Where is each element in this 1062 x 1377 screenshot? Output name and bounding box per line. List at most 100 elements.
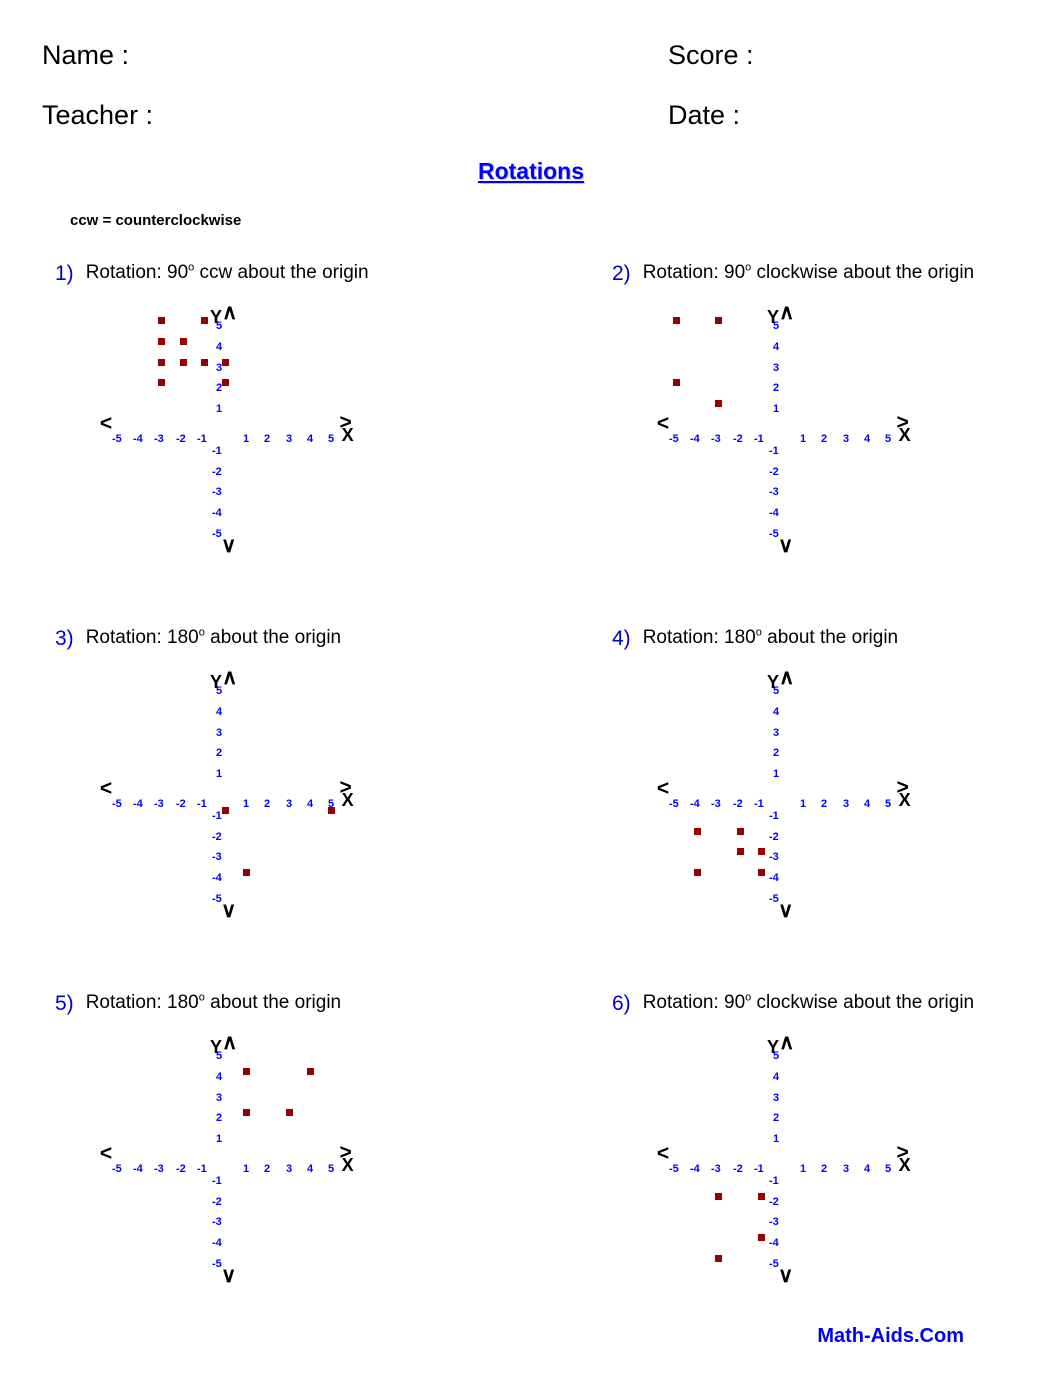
y-tick--2: -2 — [769, 466, 779, 478]
x-tick--1: -1 — [197, 433, 207, 445]
x-tick--5: -5 — [112, 798, 122, 810]
x-tick-3: 3 — [286, 1163, 293, 1175]
x-tick--2: -2 — [176, 1163, 186, 1175]
plotted-point — [694, 869, 701, 876]
problem-4-heading: 4) Rotation: 180o about the origin — [612, 627, 898, 653]
plotted-point — [715, 1255, 722, 1262]
y-tick--3: -3 — [769, 1216, 779, 1228]
y-tick-4: 4 — [216, 1071, 223, 1083]
x-tick--3: -3 — [711, 1163, 721, 1175]
y-axis-up-arrow: ∧ — [779, 666, 795, 690]
problem-3-number: 3) — [55, 627, 74, 650]
y-tick--4: -4 — [212, 507, 222, 519]
plotted-point — [180, 338, 187, 345]
x-tick-5: 5 — [328, 1163, 335, 1175]
score-label: Score : — [668, 40, 754, 70]
x-tick-5: 5 — [885, 1163, 892, 1175]
y-tick--2: -2 — [212, 1196, 222, 1208]
problem-1: 1) Rotation: 90o ccw about the origin -5 -4… — [55, 262, 525, 582]
degree-symbol: o — [755, 626, 762, 639]
plotted-point — [201, 317, 208, 324]
coordinate-plane-2: -5 -4 -3 -2 -1 1 2 3 4 5 5 4 3 2 1 -1 -2 -3 -4 -5 < > X Y ∧ ∨ — [652, 300, 932, 560]
teacher-label: Teacher : — [42, 100, 154, 130]
y-axis-label: Y — [210, 672, 223, 693]
degree-symbol: o — [198, 626, 205, 639]
y-tick--3: -3 — [212, 851, 222, 863]
degree-symbol: o — [198, 991, 205, 1004]
x-tick--3: -3 — [154, 798, 164, 810]
x-axis-left-arrow: < — [656, 412, 670, 435]
x-tick--2: -2 — [176, 798, 186, 810]
plotted-point — [307, 1068, 314, 1075]
x-tick-1: 1 — [243, 798, 250, 810]
y-tick-3: 3 — [773, 1092, 780, 1104]
y-tick--3: -3 — [769, 851, 779, 863]
plane-inner: -5 -4 -3 -2 -1 1 2 3 4 5 5 4 3 2 1 -1 -2 -3 -4 -5 < > X Y ∧ ∨ — [95, 665, 375, 925]
x-tick--4: -4 — [690, 1163, 700, 1175]
y-tick-1: 1 — [216, 1133, 223, 1145]
problem-4: 4) Rotation: 180o about the origin -5 -4 -3-… — [612, 627, 1062, 947]
problem-3-heading: 3) Rotation: 180o about the origin — [55, 627, 341, 653]
x-tick-5: 5 — [885, 798, 892, 810]
x-tick--4: -4 — [133, 798, 143, 810]
y-tick-1: 1 — [773, 403, 780, 415]
problem-2: 2) Rotation: 90o clockwise about the orig… — [612, 262, 1062, 582]
x-tick-4: 4 — [864, 798, 871, 810]
y-tick-2: 2 — [773, 382, 780, 394]
y-tick-2: 2 — [773, 747, 780, 759]
coordinate-plane-3: -5 -4 -3 -2 -1 1 2 3 4 5 5 4 3 2 1 -1 -2 -3 -4 -5 < > X Y ∧ ∨ — [95, 665, 375, 925]
y-axis-up-arrow: ∧ — [222, 666, 238, 690]
problem-1-instruction: Rotation: 90o ccw about the origin — [85, 261, 369, 283]
x-tick-5: 5 — [328, 433, 335, 445]
y-tick--2: -2 — [212, 466, 222, 478]
y-tick--2: -2 — [769, 1196, 779, 1208]
y-axis-down-arrow: ∨ — [221, 1264, 237, 1288]
degree-symbol: o — [745, 991, 752, 1004]
plotted-point — [222, 359, 229, 366]
y-tick-3: 3 — [773, 362, 780, 374]
y-axis-down-arrow: ∨ — [221, 534, 237, 558]
y-tick--3: -3 — [212, 1216, 222, 1228]
y-tick-2: 2 — [216, 747, 223, 759]
y-tick-4: 4 — [216, 706, 223, 718]
x-tick--2: -2 — [733, 798, 743, 810]
y-tick-2: 2 — [216, 1112, 223, 1124]
x-tick--4: -4 — [133, 1163, 143, 1175]
y-axis-label: Y — [767, 672, 780, 693]
problem-1-heading: 1) Rotation: 90o ccw about the origin — [55, 262, 369, 288]
y-tick--1: -1 — [212, 445, 222, 457]
y-axis-up-arrow: ∧ — [779, 1031, 795, 1055]
x-tick--5: -5 — [112, 433, 122, 445]
legend-note: ccw = counterclockwise — [70, 212, 242, 229]
y-tick--1: -1 — [212, 1175, 222, 1187]
plotted-point — [201, 359, 208, 366]
plotted-point — [758, 869, 765, 876]
page-title: Rotations — [477, 158, 585, 184]
y-tick-3: 3 — [773, 727, 780, 739]
x-tick--3: -3 — [154, 1163, 164, 1175]
problem-6-number: 6) — [612, 992, 631, 1015]
plotted-point — [737, 848, 744, 855]
y-tick--4: -4 — [769, 1237, 779, 1249]
plotted-point — [222, 807, 229, 814]
problem-2-heading: 2) Rotation: 90o clockwise about the orig… — [612, 262, 974, 288]
problem-5-number: 5) — [55, 992, 74, 1015]
y-axis-up-arrow: ∧ — [779, 301, 795, 325]
x-tick-2: 2 — [821, 433, 828, 445]
y-tick--4: -4 — [212, 1237, 222, 1249]
plotted-point — [737, 828, 744, 835]
y-axis-label: Y — [210, 1037, 223, 1058]
y-axis-down-arrow: ∨ — [778, 1264, 794, 1288]
name-label: Name : — [42, 40, 130, 70]
plane-inner: -5 -4 -3 -2 -1 1 2 3 4 5 5 4 3 2 1 -1 -2 -3 -4 -5 < > X Y ∧ ∨ — [652, 300, 932, 560]
x-tick-2: 2 — [821, 1163, 828, 1175]
y-tick-4: 4 — [773, 706, 780, 718]
x-tick--3: -3 — [711, 798, 721, 810]
x-tick-3: 3 — [843, 433, 850, 445]
y-tick--1: -1 — [212, 810, 222, 822]
y-tick-4: 4 — [773, 1071, 780, 1083]
x-tick--2: -2 — [733, 1163, 743, 1175]
x-tick--2: -2 — [176, 433, 186, 445]
y-tick--4: -4 — [769, 507, 779, 519]
y-tick-4: 4 — [773, 341, 780, 353]
